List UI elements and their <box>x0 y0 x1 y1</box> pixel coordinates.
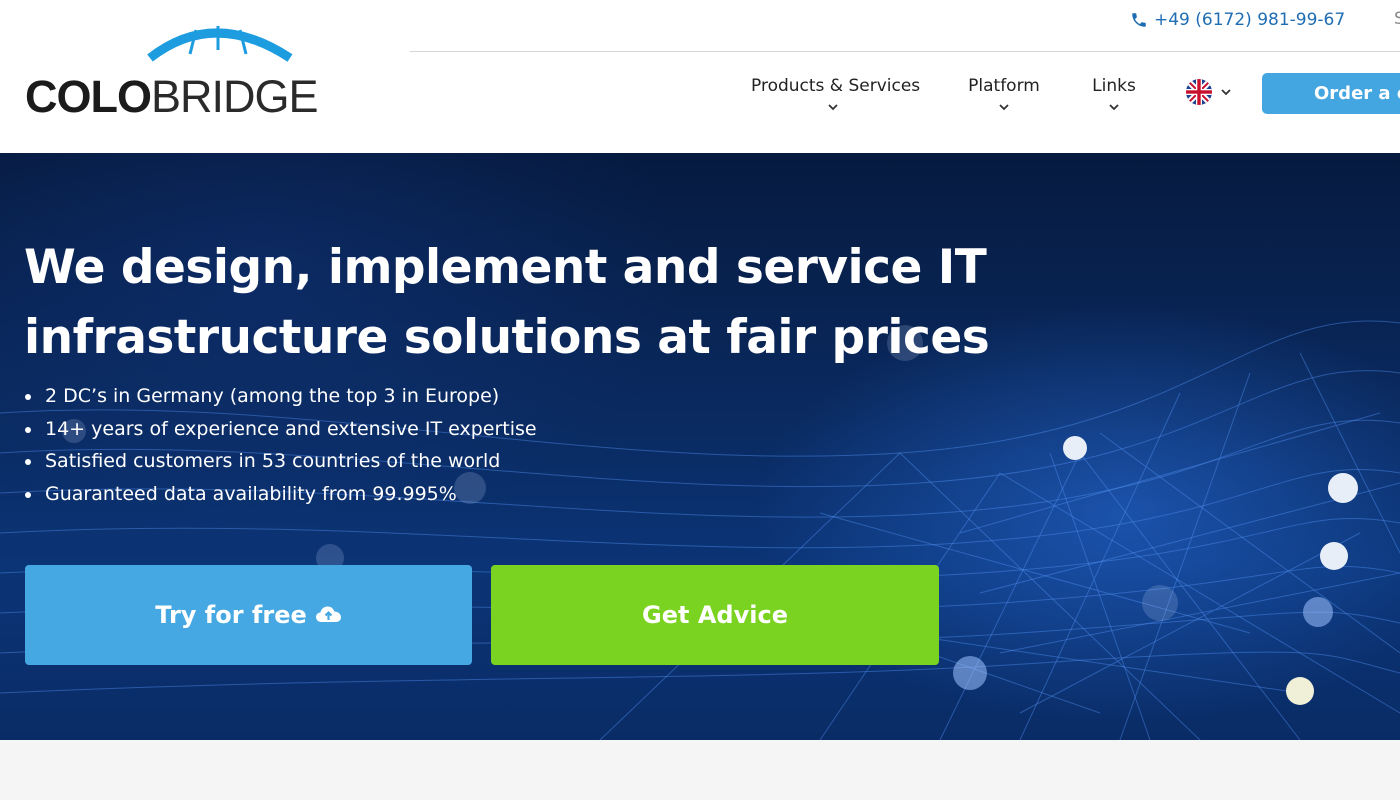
list-item: Guaranteed data availability from 99.995… <box>24 478 537 511</box>
hero-bullet-list: 2 DC’s in Germany (among the top 3 in Eu… <box>24 380 537 510</box>
chevron-down-icon <box>1109 104 1119 111</box>
next-section <box>0 740 1400 800</box>
nav-item-products-services[interactable]: Products & Services <box>751 76 920 112</box>
list-item: 2 DC’s in Germany (among the top 3 in Eu… <box>24 380 537 413</box>
try-button-label: Try for free <box>155 601 307 629</box>
get-advice-button[interactable]: Get Advice <box>491 565 939 665</box>
site-header: COLOBRIDGE +49 (6172) 981-99-67 S Produc… <box>0 0 1400 153</box>
nav-label: Links <box>1092 76 1136 96</box>
nav-item-links[interactable]: Links <box>1092 76 1136 112</box>
chevron-down-icon <box>999 104 1009 111</box>
page: COLOBRIDGE +49 (6172) 981-99-67 S Produc… <box>0 0 1400 800</box>
hero-heading: We design, implement and service IT infr… <box>24 240 990 365</box>
header-divider <box>410 51 1400 52</box>
nav-label: Products & Services <box>751 76 921 96</box>
phone-link[interactable]: +49 (6172) 981-99-67 <box>1130 9 1345 31</box>
uk-flag-icon <box>1186 79 1212 105</box>
language-selector[interactable] <box>1186 78 1236 106</box>
chevron-down-icon <box>1221 89 1231 96</box>
cloud-upload-icon <box>315 606 341 622</box>
order-button[interactable]: Order a ca <box>1262 73 1400 114</box>
chevron-down-icon <box>828 104 838 111</box>
nav-label: Platform <box>968 76 1040 96</box>
advice-button-label: Get Advice <box>642 601 788 629</box>
topbar-cut-text[interactable]: S <box>1394 9 1400 29</box>
phone-number: +49 (6172) 981-99-67 <box>1154 10 1346 30</box>
nav-item-platform[interactable]: Platform <box>967 76 1041 112</box>
list-item: Satisfied customers in 53 countries of t… <box>24 445 537 478</box>
hero-section: We design, implement and service IT infr… <box>0 153 1400 740</box>
try-for-free-button[interactable]: Try for free <box>25 565 472 665</box>
list-item: 14+ years of experience and extensive IT… <box>24 413 537 446</box>
phone-icon <box>1132 13 1146 27</box>
